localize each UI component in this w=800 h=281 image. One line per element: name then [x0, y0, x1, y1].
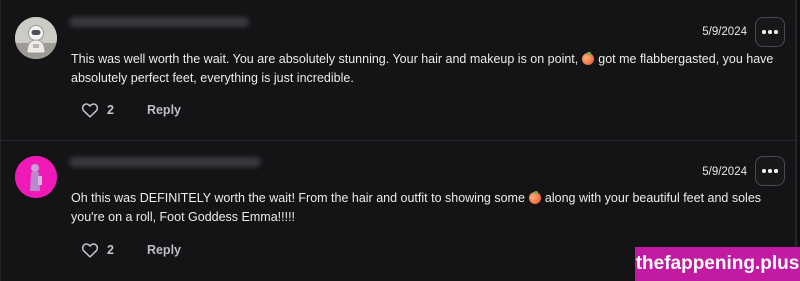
reply-button[interactable]: Reply: [147, 243, 181, 257]
comments-panel: 5/9/2024 This was well worth the wait. Y…: [0, 0, 797, 281]
more-options-button[interactable]: [755, 156, 785, 186]
like-count: 2: [107, 243, 114, 257]
reply-button[interactable]: Reply: [147, 103, 181, 117]
comment-date: 5/9/2024: [702, 26, 747, 38]
more-options-button[interactable]: [755, 17, 785, 47]
username-redacted: [69, 17, 249, 27]
like-count: 2: [107, 103, 114, 117]
comment-1: 5/9/2024 This was well worth the wait. Y…: [1, 0, 795, 140]
comment-date: 5/9/2024: [702, 166, 747, 178]
like-button[interactable]: 2: [81, 242, 114, 258]
astronaut-avatar-image: [15, 17, 57, 59]
pink-figure-avatar-image: [15, 156, 57, 198]
comment-actions: 2 Reply: [81, 102, 181, 118]
comment-text: This was well worth the wait. You are ab…: [71, 50, 781, 88]
watermark: thefappening.plus: [635, 247, 800, 281]
peach-emoji-icon: [528, 191, 541, 204]
comment-text-part-1: This was well worth the wait. You are ab…: [71, 52, 579, 66]
avatar[interactable]: [15, 156, 57, 198]
avatar[interactable]: [15, 17, 57, 59]
peach-emoji-icon: [582, 52, 595, 65]
like-button[interactable]: 2: [81, 102, 114, 118]
comment-actions: 2 Reply: [81, 242, 181, 258]
comment-text-part-1: Oh this was DEFINITELY worth the wait! F…: [71, 191, 525, 205]
more-options-icon: [762, 169, 778, 173]
comment-text: Oh this was DEFINITELY worth the wait! F…: [71, 189, 781, 227]
username-redacted: [69, 157, 261, 167]
more-options-icon: [762, 30, 778, 34]
heart-icon: [81, 103, 99, 118]
heart-icon: [81, 243, 99, 258]
